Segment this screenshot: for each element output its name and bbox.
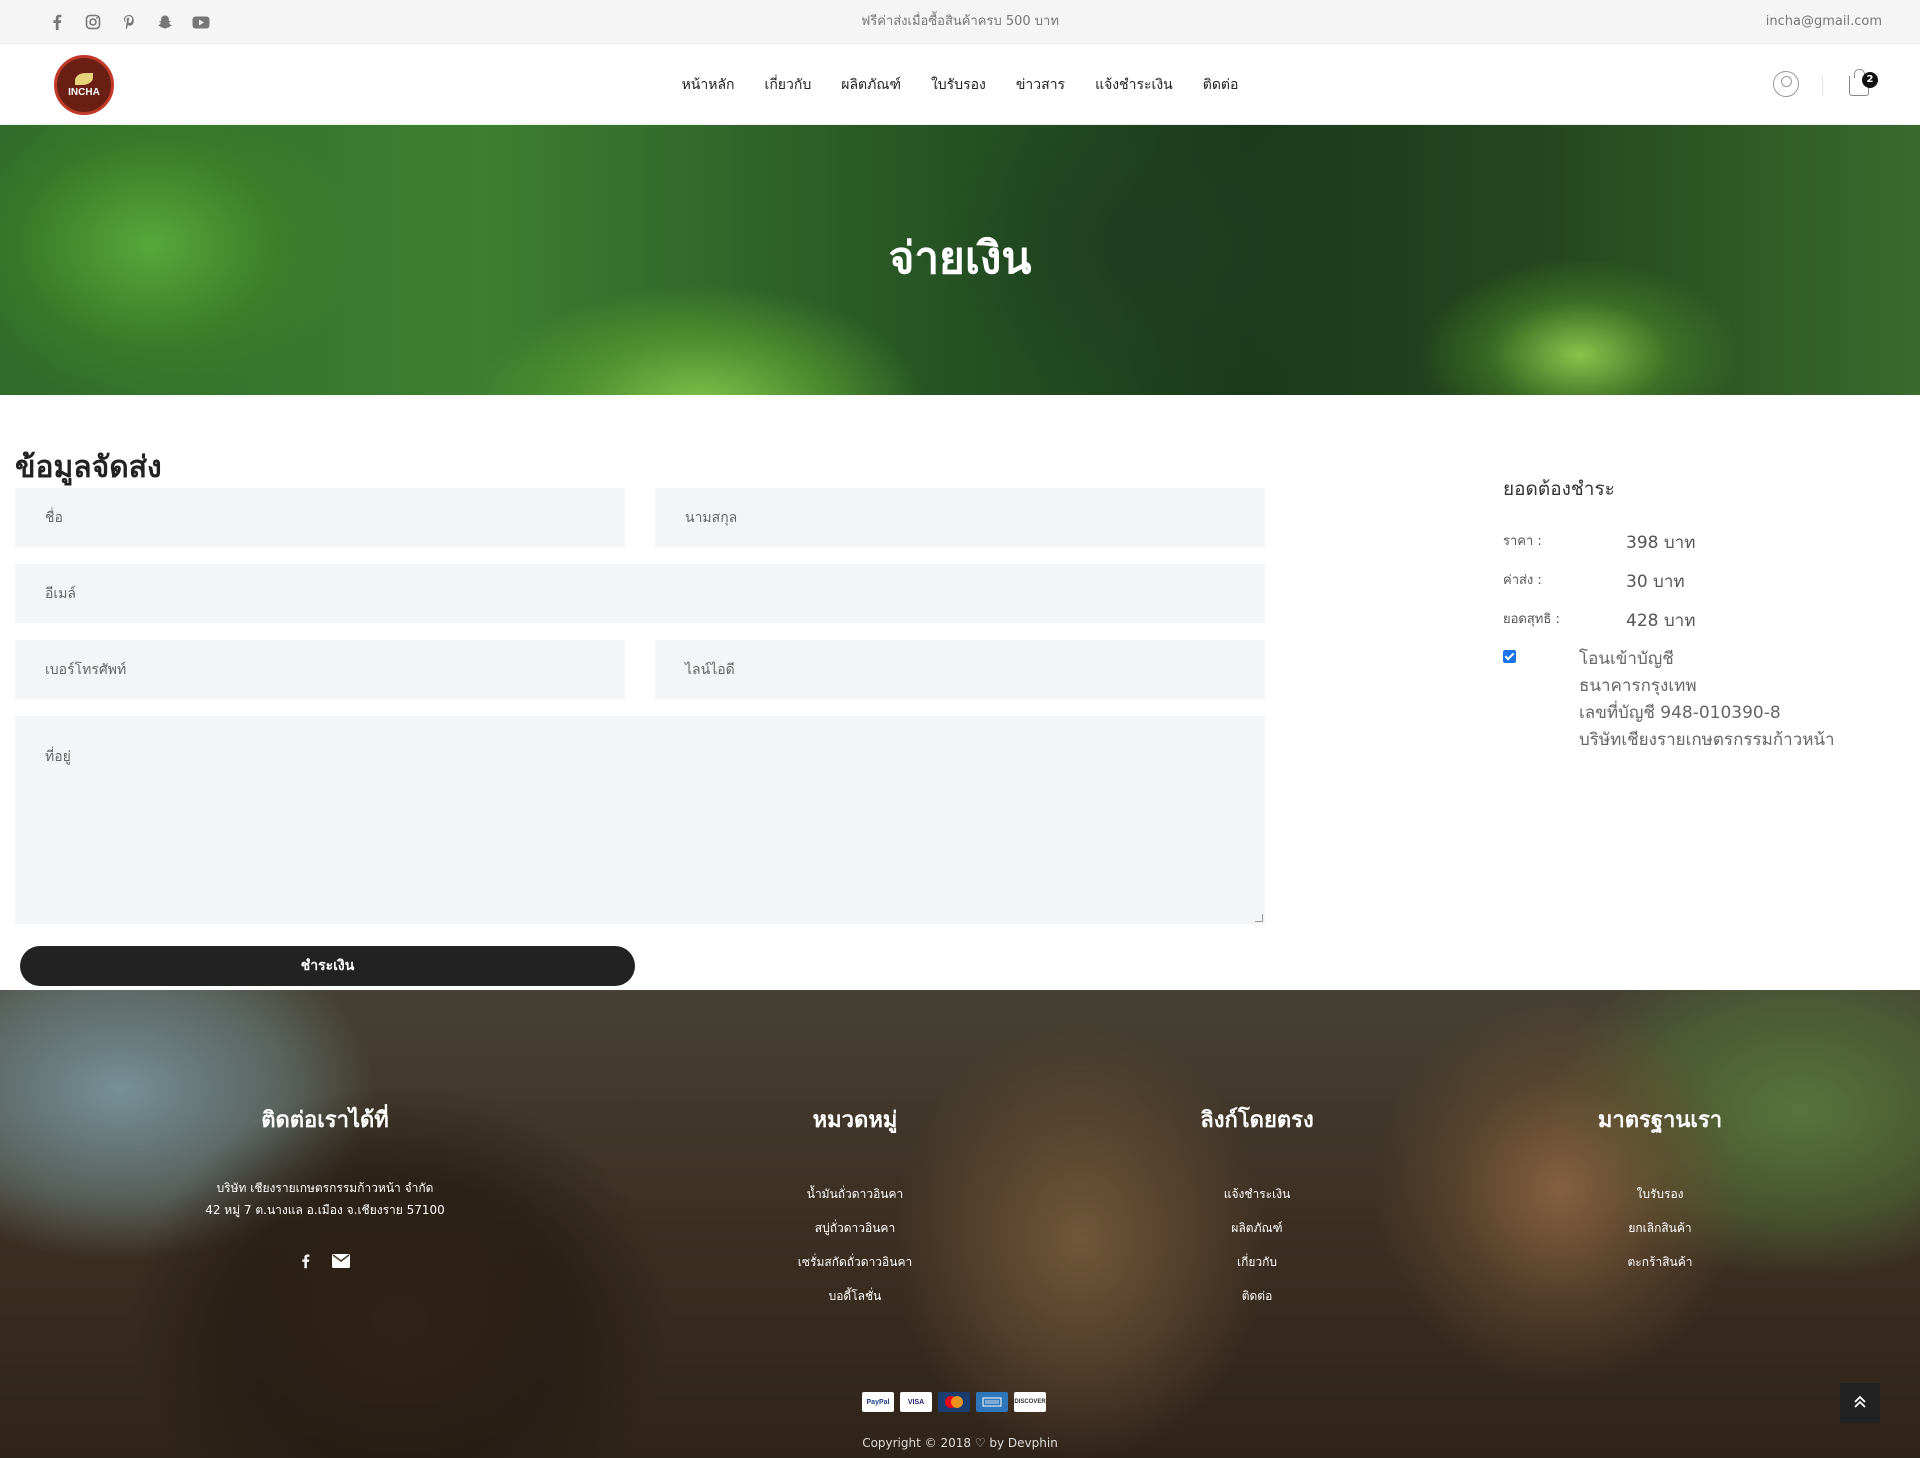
footer-links-title: ลิงก์โดยตรง: [1200, 1108, 1314, 1133]
footer-category-link[interactable]: น้ำมันถั่วดาวอินคา: [755, 1177, 955, 1211]
footer-category-link[interactable]: สบู่ถั่วดาวอินคา: [755, 1211, 955, 1245]
footer-direct-link[interactable]: เกี่ยวกับ: [1157, 1245, 1357, 1279]
phone-field[interactable]: เบอร์โทรศัพท์: [15, 640, 625, 699]
last-name-field[interactable]: นามสกุล: [655, 488, 1265, 547]
cart-count-badge: 2: [1862, 72, 1878, 88]
scroll-to-top-button[interactable]: [1840, 1383, 1880, 1423]
payment-line: เลขที่บัญชี 948-010390-8: [1579, 703, 1781, 723]
footer-category-link[interactable]: เซรั่มสกัดถั่วดาวอินคา: [755, 1245, 955, 1279]
promo-text: ฟรีค่าส่งเมื่อซื้อสินค้าครบ 500 บาท: [861, 14, 1059, 29]
footer-direct-links: ลิงก์โดยตรง แจ้งชำระเงิน ผลิตภัณฑ์ เกี่ย…: [1157, 1102, 1357, 1313]
user-icon[interactable]: [1773, 71, 1799, 97]
footer-standards: มาตรฐานเรา ใบรับรอง ยกเลิกสินค้า ตะกร้าส…: [1560, 1102, 1760, 1279]
footer-categories-title: หมวดหมู่: [812, 1108, 898, 1133]
site-footer: ติดต่อเราได้ที่ บริษัท เชียงรายเกษตรกรรม…: [0, 990, 1920, 1458]
address-textarea[interactable]: ที่อยู่: [15, 716, 1265, 924]
nav-contact[interactable]: ติดต่อ: [1203, 74, 1239, 96]
payment-details: โอนเข้าบัญชี ธนาคารกรุงเทพ เลขที่บัญชี 9…: [1579, 646, 1835, 754]
visa-card-icon: VISA: [900, 1392, 932, 1412]
amex-card-icon: [976, 1392, 1008, 1412]
payment-cards: PayPal VISA DISCOVER: [862, 1392, 1046, 1412]
summary-row-shipping: ค่าส่ง : 30 บาท: [1503, 569, 1903, 608]
facebook-icon[interactable]: [301, 1253, 310, 1273]
mastercard-icon: [938, 1392, 970, 1412]
nav-products[interactable]: ผลิตภัณฑ์: [841, 74, 901, 96]
footer-standard-link[interactable]: ตะกร้าสินค้า: [1560, 1245, 1760, 1279]
footer-direct-link[interactable]: ผลิตภัณฑ์: [1157, 1211, 1357, 1245]
summary-row-price: ราคา : 398 บาท: [1503, 530, 1903, 569]
line-id-field[interactable]: ไลน์ไอดี: [655, 640, 1265, 699]
footer-categories: หมวดหมู่ น้ำมันถั่วดาวอินคา สบู่ถั่วดาวอ…: [755, 1102, 955, 1313]
address-placeholder: ที่อยู่: [45, 749, 71, 765]
top-bar: ฟรีค่าส่งเมื่อซื้อสินค้าครบ 500 บาท inch…: [0, 0, 1920, 44]
footer-direct-link[interactable]: ติดต่อ: [1157, 1279, 1357, 1313]
total-label: ยอดสุทธิ :: [1503, 612, 1560, 627]
chevron-up-icon: [1853, 1394, 1867, 1413]
summary-row-total: ยอดสุทธิ : 428 บาท: [1503, 608, 1903, 647]
nav-news[interactable]: ข่าวสาร: [1016, 74, 1065, 96]
page-title: จ่ายเงิน: [888, 233, 1032, 284]
company-name: บริษัท เชียงรายเกษตรกรรมก้าวหน้า จำกัด: [216, 1181, 434, 1195]
discover-card-icon: DISCOVER: [1014, 1392, 1046, 1412]
nav-certificates[interactable]: ใบรับรอง: [931, 74, 986, 96]
footer-standard-link[interactable]: ยกเลิกสินค้า: [1560, 1211, 1760, 1245]
nav-payment-notify[interactable]: แจ้งชำระเงิน: [1095, 74, 1173, 96]
footer-standards-title: มาตรฐานเรา: [1597, 1108, 1723, 1133]
company-address: 42 หมู่ 7 ต.นางแล อ.เมือง จ.เชียงราย 571…: [205, 1203, 445, 1217]
payment-line: ธนาคารกรุงเทพ: [1579, 676, 1697, 696]
header-divider: [1822, 76, 1823, 96]
price-label: ราคา :: [1503, 534, 1542, 549]
footer-contact-title: ติดต่อเราได้ที่: [261, 1108, 389, 1133]
first-name-field[interactable]: ชื่อ: [15, 488, 625, 547]
summary-title: ยอดต้องชำระ: [1503, 478, 1615, 500]
contact-email[interactable]: incha@gmail.com: [1766, 0, 1882, 44]
footer-direct-link[interactable]: แจ้งชำระเงิน: [1157, 1177, 1357, 1211]
order-summary: ยอดต้องชำระ ราคา : 398 บาท ค่าส่ง : 30 บ…: [1503, 474, 1903, 750]
payment-line: บริษัทเชียงรายเกษตรกรรมก้าวหน้า: [1579, 730, 1835, 750]
hero-banner: จ่ายเงิน: [0, 125, 1920, 395]
resize-grip-icon[interactable]: [1255, 914, 1263, 922]
main-header: INCHA หน้าหลัก เกี่ยวกับ ผลิตภัณฑ์ ใบรับ…: [0, 44, 1920, 125]
total-value: 428 บาท: [1626, 611, 1696, 631]
nav-about[interactable]: เกี่ยวกับ: [765, 74, 812, 96]
pay-button[interactable]: ชำระเงิน: [20, 946, 635, 986]
footer-socials: [175, 1253, 475, 1273]
bank-transfer-checkbox[interactable]: [1503, 650, 1516, 663]
email-field[interactable]: อีเมล์: [15, 564, 1265, 623]
nav-home[interactable]: หน้าหลัก: [682, 74, 735, 96]
paypal-card-icon: PayPal: [862, 1392, 894, 1412]
copyright-text: Copyright © 2018 ♡ by Devphin: [862, 1436, 1058, 1450]
footer-category-link[interactable]: บอดี้โลชั่น: [755, 1279, 955, 1313]
footer-contact: ติดต่อเราได้ที่ บริษัท เชียงรายเกษตรกรรม…: [175, 1102, 475, 1273]
shipping-info-title: ข้อมูลจัดส่ง: [15, 450, 162, 485]
envelope-icon[interactable]: [331, 1253, 350, 1273]
price-value: 398 บาท: [1626, 533, 1696, 553]
main-nav: หน้าหลัก เกี่ยวกับ ผลิตภัณฑ์ ใบรับรอง ข่…: [0, 44, 1920, 125]
payment-line: โอนเข้าบัญชี: [1579, 649, 1674, 669]
shipping-value: 30 บาท: [1626, 572, 1685, 592]
shipping-label: ค่าส่ง :: [1503, 573, 1542, 588]
footer-standard-link[interactable]: ใบรับรอง: [1560, 1177, 1760, 1211]
